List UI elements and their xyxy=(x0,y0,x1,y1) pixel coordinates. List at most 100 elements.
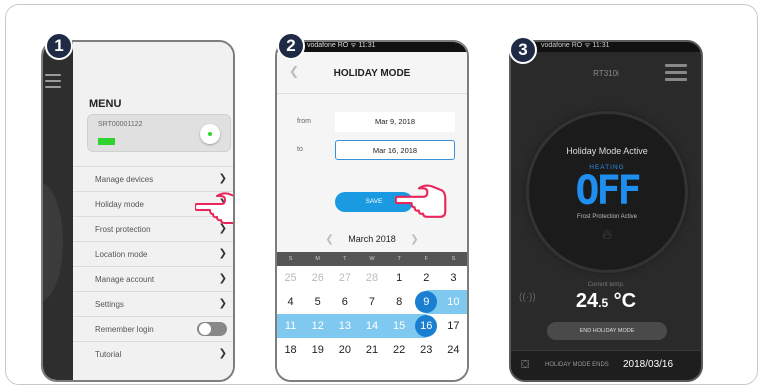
pointing-hand-icon xyxy=(195,192,233,224)
menu-item-label: Location mode xyxy=(95,250,148,259)
chevron-right-icon: ❯ xyxy=(218,298,227,309)
menu-item-manage-devices[interactable]: Manage devices ❯ xyxy=(73,166,233,191)
step-badge-1: 1 xyxy=(45,32,73,60)
menu-item-tutorial[interactable]: Tutorial ❯ xyxy=(73,341,233,366)
suitcase-icon: ⛋ xyxy=(521,359,530,371)
calendar-day[interactable]: 7 xyxy=(358,290,385,314)
calendar-day[interactable]: 22 xyxy=(386,338,413,362)
calendar-day-in-range[interactable]: 14 xyxy=(358,314,386,338)
calendar-day-number: 16 xyxy=(415,315,438,337)
phone-holiday-mode-screen: vodafone RO ᯤ 11:31 ❮ HOLIDAY MODE from … xyxy=(275,40,469,382)
device-id: SRT00001122 xyxy=(98,121,143,128)
step-badge-2: 2 xyxy=(277,32,305,60)
calendar-week: 4 5 6 7 8 9 10 xyxy=(277,290,467,314)
calendar-day[interactable]: 21 xyxy=(358,338,385,362)
calendar-day[interactable]: 1 xyxy=(386,266,413,290)
thermostat-dial: Holiday Mode Active HEATING OFF Frost Pr… xyxy=(529,114,685,270)
menu-item-location-mode[interactable]: Location mode ❯ xyxy=(73,241,233,266)
calendar-day-in-range[interactable]: 15 xyxy=(385,314,413,338)
step-badge-3: 3 xyxy=(509,36,537,64)
calendar-day[interactable]: 2 xyxy=(413,266,440,290)
menu-item-label: Tutorial xyxy=(95,350,122,359)
calendar-day-in-range[interactable]: 11 xyxy=(277,314,305,338)
calendar-week: 25 26 27 28 1 2 3 xyxy=(277,266,467,290)
prev-month-icon[interactable]: ❮ xyxy=(325,234,333,245)
calendar-day[interactable]: 27 xyxy=(331,266,358,290)
chevron-right-icon: ❯ xyxy=(218,173,227,184)
page-title: HOLIDAY MODE xyxy=(333,68,411,79)
pointing-hand-icon xyxy=(395,184,447,218)
calendar-day[interactable]: 6 xyxy=(331,290,358,314)
chevron-right-icon: ❯ xyxy=(218,248,227,259)
device-status-bar xyxy=(98,138,115,145)
phone-menu-screen: MENU SRT00001122 Manage devices ❯ Holida… xyxy=(41,40,235,382)
thermostat-dial-edge xyxy=(43,182,63,302)
holiday-ends-date: 2018/03/16 xyxy=(623,359,674,370)
menu-item-label: Frost protection xyxy=(95,225,151,234)
end-holiday-mode-button[interactable]: END HOLIDAY MODE xyxy=(547,322,667,340)
calendar-day[interactable]: 8 xyxy=(386,290,413,314)
status-text: vodafone RO ᯤ 11:31 xyxy=(541,42,610,49)
status-bar: vodafone RO ᯤ 11:31 xyxy=(277,42,467,52)
from-date-row: from Mar 9, 2018 xyxy=(277,110,467,136)
hamburger-icon[interactable] xyxy=(665,64,687,85)
weekday-row: S M T W T F S xyxy=(277,252,467,266)
calendar-month: March 2018 xyxy=(348,234,396,244)
calendar-week: 18 19 20 21 22 23 24 xyxy=(277,338,467,362)
calendar-day-in-range[interactable]: 13 xyxy=(331,314,359,338)
menu-item-label: Manage account xyxy=(95,275,155,284)
calendar-day[interactable]: 19 xyxy=(304,338,331,362)
from-label: from xyxy=(297,118,311,125)
current-temperature: 24.5 °C xyxy=(511,290,701,313)
remember-login-toggle[interactable] xyxy=(197,322,227,336)
calendar-day[interactable]: 20 xyxy=(331,338,358,362)
hamburger-icon[interactable] xyxy=(45,74,61,92)
temp-unit: °C xyxy=(608,290,637,312)
calendar-day-selected-end[interactable]: 16 xyxy=(412,314,440,338)
weekday-label: T xyxy=(343,256,347,262)
calendar-day[interactable]: 3 xyxy=(440,266,467,290)
menu-item-label: Manage devices xyxy=(95,175,154,184)
calendar-day-selected-start[interactable]: 9 xyxy=(412,290,440,314)
calendar-day[interactable]: 26 xyxy=(304,266,331,290)
menu-item-settings[interactable]: Settings ❯ xyxy=(73,291,233,316)
device-online-indicator xyxy=(200,124,220,144)
calendar-day[interactable]: 23 xyxy=(413,338,440,362)
current-temp-label: Current temp. xyxy=(587,282,625,288)
weekday-label: F xyxy=(424,256,428,262)
calendar-day[interactable]: 25 xyxy=(277,266,304,290)
menu-item-label: Remember login xyxy=(95,325,154,334)
status-text: vodafone RO ᯤ 11:31 xyxy=(307,42,376,49)
weekday-label: M xyxy=(315,256,320,262)
calendar-day-in-range[interactable]: 12 xyxy=(304,314,332,338)
holiday-mode-active-label: Holiday Mode Active xyxy=(566,146,648,156)
calendar-day[interactable]: 5 xyxy=(304,290,331,314)
to-date-row: to Mar 16, 2018 xyxy=(277,138,467,164)
header: ❮ HOLIDAY MODE xyxy=(277,52,467,94)
calendar-day[interactable]: 4 xyxy=(277,290,304,314)
menu-title: MENU xyxy=(89,98,122,110)
from-date-field[interactable]: Mar 9, 2018 xyxy=(335,112,455,132)
device-card[interactable]: SRT00001122 xyxy=(87,114,231,152)
calendar-day[interactable]: 24 xyxy=(440,338,467,362)
background-app-panel xyxy=(43,42,73,380)
weekday-label: S xyxy=(451,256,456,262)
calendar-grid: S M T W T F S 25 26 27 28 1 2 3 4 5 6 7 … xyxy=(277,252,467,380)
phone-thermostat-screen: vodafone RO ᯤ 11:31 RT310i Holiday Mode … xyxy=(509,40,703,382)
to-date-field[interactable]: Mar 16, 2018 xyxy=(335,140,455,160)
menu-item-manage-account[interactable]: Manage account ❯ xyxy=(73,266,233,291)
temp-integer: 24 xyxy=(575,290,599,312)
calendar-day[interactable]: 17 xyxy=(440,314,467,338)
flame-icon: 🔥︎ xyxy=(601,226,613,242)
calendar-day[interactable]: 28 xyxy=(358,266,385,290)
chevron-right-icon: ❯ xyxy=(218,348,227,359)
to-label: to xyxy=(297,146,303,153)
next-month-icon[interactable]: ❯ xyxy=(410,234,418,245)
status-bar: vodafone RO ᯤ 11:31 xyxy=(511,42,701,52)
calendar-day[interactable]: 18 xyxy=(277,338,304,362)
weekday-label: S xyxy=(288,256,293,262)
menu-item-label: Holiday mode xyxy=(95,200,144,209)
calendar-day-in-range[interactable]: 10 xyxy=(439,290,467,314)
heating-state: OFF xyxy=(575,168,641,214)
weekday-label: W xyxy=(369,256,375,262)
